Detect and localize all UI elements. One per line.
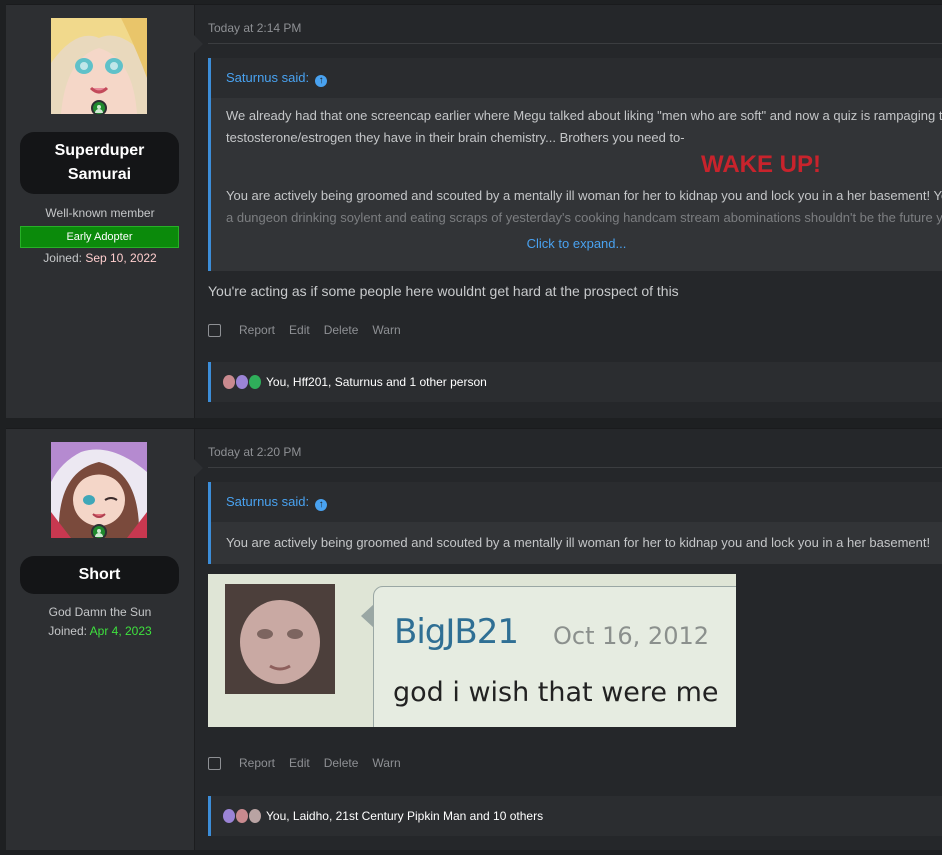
reaction-icons [223, 375, 262, 389]
post-message: You're acting as if some people here wou… [208, 283, 679, 299]
divider [208, 467, 942, 468]
username[interactable]: Superduper Samurai [20, 132, 179, 194]
reactions-bar[interactable]: You, Hff201, Saturnus and 1 other person [208, 362, 942, 402]
delete-link[interactable]: Delete [324, 323, 359, 337]
select-checkbox[interactable] [208, 756, 221, 770]
user-title: Well-known member [45, 206, 155, 220]
embedded-image[interactable]: BigJB21 Oct 16, 2012 god i wish that wer… [208, 574, 736, 727]
delete-link[interactable]: Delete [324, 756, 359, 770]
joined-label: Joined: [43, 251, 82, 265]
username[interactable]: Short [20, 556, 179, 594]
post: Short God Damn the Sun Joined: Apr 4, 20… [6, 428, 942, 850]
quote-jump-icon[interactable]: ↑ [315, 75, 328, 87]
sidebar-arrow [194, 35, 203, 53]
quote-author[interactable]: Saturnus said: [226, 494, 309, 509]
user-sidebar: Short God Damn the Sun Joined: Apr 4, 20… [6, 429, 203, 850]
quote-line: testosterone/estrogen they have in their… [226, 130, 685, 145]
select-checkbox[interactable] [208, 323, 221, 337]
online-status-icon [91, 524, 107, 540]
meme-avatar [225, 584, 335, 694]
quote-shout: WAKE UP! [701, 151, 821, 178]
quote-line: We already had that one screencap earlie… [226, 108, 942, 123]
post-actions: Report Edit Delete Warn [208, 323, 415, 337]
quote-jump-icon[interactable]: ↑ [315, 499, 328, 511]
quote-author[interactable]: Saturnus said: [226, 70, 309, 85]
sidebar-arrow [194, 459, 203, 477]
divider [208, 43, 942, 44]
post-actions: Report Edit Delete Warn [208, 756, 415, 770]
reaction-icons [223, 809, 262, 823]
joined-date: Sep 10, 2022 [85, 251, 157, 265]
quote-block: Saturnus said: ↑ We already had that one … [208, 58, 942, 271]
reactions-summary[interactable]: You, Hff201, Saturnus and 1 other person [266, 375, 487, 389]
meme-date: Oct 16, 2012 [553, 622, 709, 650]
post-time[interactable]: Today at 2:20 PM [208, 445, 301, 459]
report-link[interactable]: Report [239, 323, 275, 337]
meme-text: god i wish that were me [393, 677, 719, 708]
quote-header[interactable]: Saturnus said: ↑ [211, 482, 942, 522]
joined-info: Joined: Apr 4, 2023 [6, 624, 194, 638]
joined-info: Joined: Sep 10, 2022 [6, 251, 194, 265]
edit-link[interactable]: Edit [289, 756, 310, 770]
reactions-summary[interactable]: You, Laidho, 21st Century Pipkin Man and… [266, 809, 543, 823]
edit-link[interactable]: Edit [289, 323, 310, 337]
quote-block: Saturnus said: ↑ You are actively being g… [208, 482, 942, 564]
quote-body: You are actively being groomed and scout… [211, 522, 942, 564]
quote-body: We already had that one screencap earlie… [211, 98, 942, 271]
joined-date: Apr 4, 2023 [89, 624, 152, 638]
report-link[interactable]: Report [239, 756, 275, 770]
user-title: God Damn the Sun [48, 605, 152, 619]
joined-label: Joined: [48, 624, 87, 638]
reactions-bar[interactable]: You, Laidho, 21st Century Pipkin Man and… [208, 796, 942, 836]
meme-username: BigJB21 [394, 612, 519, 652]
click-to-expand[interactable]: Click to expand... [211, 233, 942, 255]
post-time[interactable]: Today at 2:14 PM [208, 21, 301, 35]
user-sidebar: Superduper Samurai Well-known member Ear… [6, 5, 203, 418]
user-banner: Early Adopter [20, 226, 179, 248]
quote-header[interactable]: Saturnus said: ↑ [211, 58, 942, 98]
quote-line: a dungeon drinking soylent and eating sc… [226, 210, 942, 225]
warn-link[interactable]: Warn [372, 323, 400, 337]
online-status-icon [91, 100, 107, 116]
quote-line: You are actively being groomed and scout… [226, 188, 942, 203]
warn-link[interactable]: Warn [372, 756, 400, 770]
post: Superduper Samurai Well-known member Ear… [6, 4, 942, 418]
quote-line: You are actively being groomed and scout… [226, 535, 931, 550]
